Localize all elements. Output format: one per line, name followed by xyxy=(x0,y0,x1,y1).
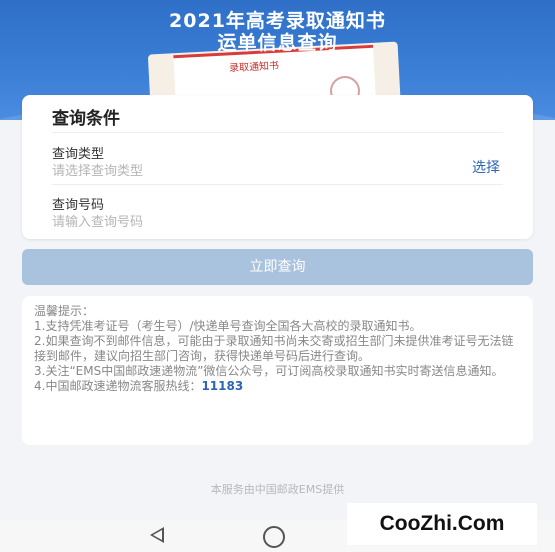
divider xyxy=(52,184,503,185)
divider xyxy=(52,132,503,133)
watermark-logo: CooZhi.Com xyxy=(347,503,537,545)
query-card: 查询条件 查询类型 请选择查询类型 选择 查询号码 请输入查询号码 xyxy=(22,95,533,239)
footer-note: 本服务由中国邮政EMS提供 xyxy=(210,483,345,496)
card-title: 查询条件 xyxy=(52,109,120,129)
tip-item: 3.关注“EMS中国邮政速递物流”微信公众号，可订阅高校录取通知书实时寄送信息通… xyxy=(34,364,504,378)
tips-panel: 温馨提示： 1.支持凭准考证号（考生号）/快递单号查询全国各大高校的录取通知书。… xyxy=(22,296,533,445)
tip-item: 4.中国邮政速递物流客服热线：11183 xyxy=(34,379,521,394)
hotline-prefix: 4.中国邮政速递物流客服热线： xyxy=(34,379,202,393)
number-input[interactable]: 请输入查询号码 xyxy=(52,211,143,230)
submit-query-button[interactable]: 立即查询 xyxy=(22,249,533,285)
letter-tag: 录取通知书 xyxy=(228,60,280,75)
back-triangle-icon[interactable] xyxy=(150,527,164,543)
type-select-field[interactable]: 请选择查询类型 xyxy=(52,160,143,179)
tips-heading: 温馨提示： xyxy=(34,304,95,318)
banner-subtitle: 运单信息查询 xyxy=(217,32,338,54)
home-circle-icon[interactable] xyxy=(263,526,285,548)
tip-item: 1.支持凭准考证号（考生号）/快递单号查询全国各大高校的录取通知书。 xyxy=(34,319,422,333)
hotline-number[interactable]: 11183 xyxy=(201,379,243,393)
tip-item: 2.如果查询不到邮件信息，可能由于录取通知书尚未交寄或招生部门未提供准考证号无法… xyxy=(34,334,514,363)
select-button[interactable]: 选择 xyxy=(472,157,500,177)
